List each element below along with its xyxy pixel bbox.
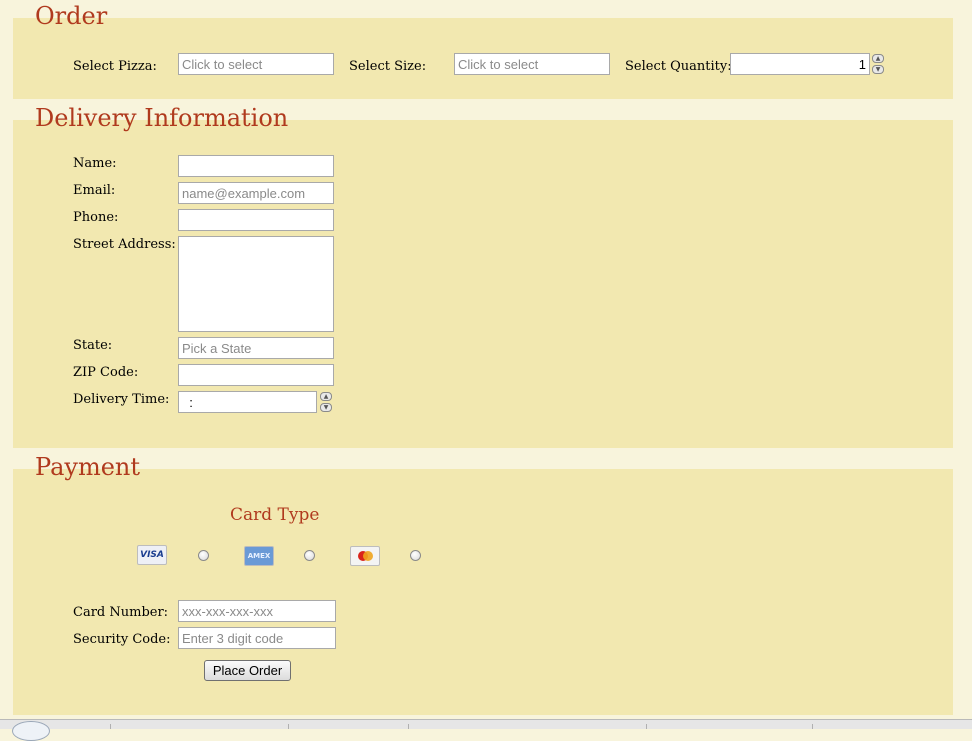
spin-up-icon[interactable]: ▲ — [320, 392, 332, 401]
delivery-section: Delivery Information Name: Email: Phone:… — [13, 106, 953, 448]
taskbar-divider — [646, 724, 647, 729]
delivery-time-input[interactable] — [178, 391, 317, 413]
select-pizza-input[interactable] — [178, 53, 334, 75]
select-size-input[interactable] — [454, 53, 610, 75]
select-quantity-label: Select Quantity: — [625, 59, 732, 74]
order-legend: Order — [35, 2, 108, 30]
visa-radio[interactable] — [198, 550, 209, 561]
zip-code-input[interactable] — [178, 364, 334, 386]
email-label: Email: — [73, 183, 116, 198]
quantity-stepper[interactable]: ▲ ▼ — [872, 54, 884, 74]
spin-down-icon[interactable]: ▼ — [872, 65, 884, 74]
quantity-input[interactable] — [730, 53, 870, 75]
select-size-label: Select Size: — [349, 59, 427, 74]
place-order-button[interactable]: Place Order — [204, 660, 291, 681]
zip-code-label: ZIP Code: — [73, 365, 139, 380]
state-label: State: — [73, 338, 113, 353]
taskbar-divider — [812, 724, 813, 729]
card-number-input[interactable] — [178, 600, 336, 622]
payment-legend: Payment — [35, 453, 140, 481]
phone-label: Phone: — [73, 210, 119, 225]
card-type-heading: Card Type — [230, 505, 320, 525]
email-input[interactable] — [178, 182, 334, 204]
payment-section: Payment Card Type VISA AMEX Card Number:… — [13, 455, 953, 715]
street-address-label: Street Address: — [73, 237, 176, 252]
spin-up-icon[interactable]: ▲ — [872, 54, 884, 63]
taskbar-divider — [288, 724, 289, 729]
security-code-input[interactable] — [178, 627, 336, 649]
taskbar-divider — [408, 724, 409, 729]
order-section: Order Select Pizza: Select Size: Select … — [13, 4, 953, 99]
mastercard-radio[interactable] — [410, 550, 421, 561]
security-code-label: Security Code: — [73, 632, 171, 647]
visa-logo-icon: VISA — [137, 545, 167, 565]
state-input[interactable] — [178, 337, 334, 359]
start-orb-icon[interactable] — [12, 721, 50, 741]
phone-input[interactable] — [178, 209, 334, 231]
street-address-textarea[interactable] — [178, 236, 334, 332]
name-input[interactable] — [178, 155, 334, 177]
taskbar-divider — [110, 724, 111, 729]
mastercard-logo-icon — [350, 546, 380, 566]
amex-radio[interactable] — [304, 550, 315, 561]
delivery-time-stepper[interactable]: ▲ ▼ — [320, 392, 332, 412]
spin-down-icon[interactable]: ▼ — [320, 403, 332, 412]
select-pizza-label: Select Pizza: — [73, 59, 157, 74]
delivery-legend: Delivery Information — [35, 104, 289, 132]
card-number-label: Card Number: — [73, 605, 169, 620]
delivery-time-label: Delivery Time: — [73, 392, 170, 407]
amex-logo-icon: AMEX — [244, 546, 274, 566]
name-label: Name: — [73, 156, 117, 171]
